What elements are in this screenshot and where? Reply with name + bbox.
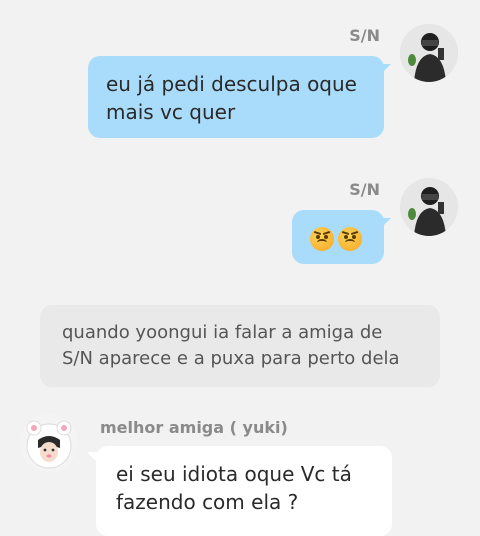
- girl-bear-hood-icon: [20, 414, 78, 472]
- narration-box: quando yoongui ia falar a amiga de S/N a…: [40, 305, 440, 387]
- narration-text: quando yoongui ia falar a amiga de S/N a…: [62, 322, 400, 369]
- person-photo-icon: [400, 178, 458, 236]
- sender-name: S/N: [349, 180, 380, 199]
- avatar[interactable]: [400, 178, 458, 236]
- message-bubble-incoming[interactable]: ei seu idiota oque Vc tá fazendo com ela…: [87, 446, 392, 536]
- message-bubble-outgoing[interactable]: [292, 210, 384, 264]
- sender-name: melhor amiga ( yuki): [100, 418, 288, 437]
- message-text: ei seu idiota oque Vc tá fazendo com ela…: [116, 462, 352, 514]
- chat-thread: S/N eu já pedi desculpa oque mais vc que…: [0, 0, 480, 536]
- message-bubble-outgoing[interactable]: eu já pedi desculpa oque mais vc quer: [88, 56, 384, 138]
- avatar[interactable]: [400, 24, 458, 82]
- pouting-face-emoji-icon: [338, 226, 362, 251]
- message-text: eu já pedi desculpa oque mais vc quer: [106, 72, 357, 124]
- person-photo-icon: [400, 24, 458, 82]
- avatar[interactable]: [20, 414, 78, 472]
- sender-name: S/N: [349, 26, 380, 45]
- pouting-face-emoji-icon: [310, 226, 334, 251]
